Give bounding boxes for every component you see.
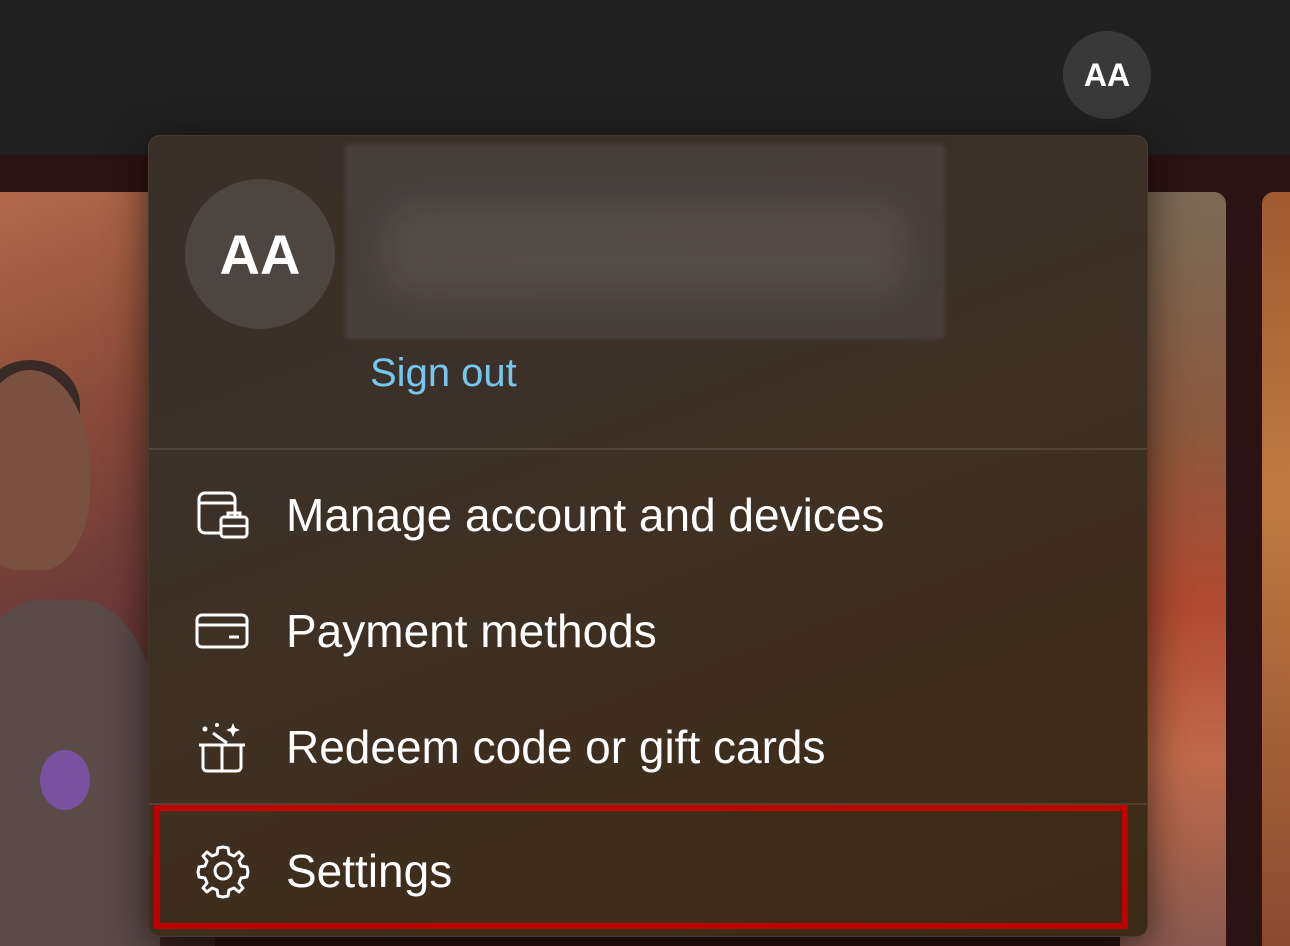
menu-item-payment-methods[interactable]: Payment methods: [149, 576, 1147, 686]
sign-out-link[interactable]: Sign out: [370, 351, 517, 396]
menu-item-label: Payment methods: [286, 605, 657, 657]
menu-item-manage-account[interactable]: Manage account and devices: [149, 460, 1147, 570]
menu-item-label: Settings: [286, 845, 453, 897]
account-avatar-initials: AA: [219, 222, 301, 286]
tile-art-flower: [40, 750, 90, 810]
credit-card-icon: [193, 601, 253, 661]
gear-icon: [193, 841, 253, 901]
menu-divider: [149, 803, 1147, 805]
menu-item-redeem-code[interactable]: Redeem code or gift cards: [149, 692, 1147, 802]
menu-item-settings[interactable]: Settings: [149, 816, 1147, 926]
profile-avatar-button[interactable]: AA: [1063, 31, 1151, 119]
redacted-account-identity: [345, 144, 945, 339]
app-window: AA AA Sign out Manage account and device…: [0, 0, 1290, 946]
game-tile-far-right[interactable]: [1262, 192, 1290, 946]
menu-item-label: Manage account and devices: [286, 489, 885, 541]
account-menu-flyout: AA Sign out Manage account and devices P…: [148, 135, 1148, 937]
menu-item-label: Redeem code or gift cards: [286, 721, 826, 773]
account-avatar: AA: [185, 179, 335, 329]
profile-avatar-initials: AA: [1083, 56, 1131, 93]
account-devices-icon: [193, 485, 253, 545]
title-bar: AA: [0, 0, 1290, 155]
menu-divider: [149, 448, 1147, 450]
gift-icon: [193, 717, 253, 777]
